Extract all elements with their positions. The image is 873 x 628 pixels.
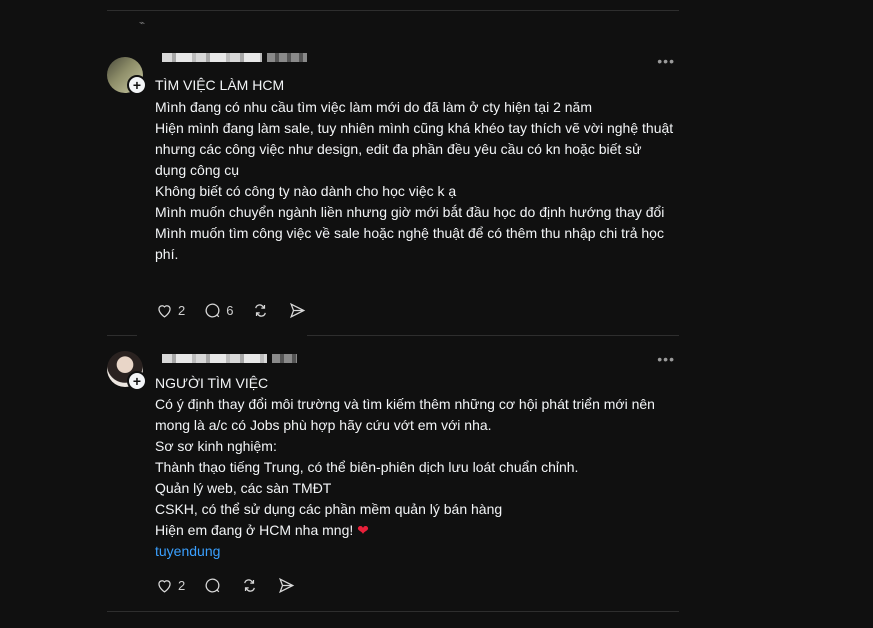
plus-icon[interactable]: + [127, 371, 147, 391]
repost-button[interactable] [240, 576, 259, 595]
post-body: Mình đang có nhu cầu tìm việc làm mới do… [155, 97, 675, 265]
post-line: Không biết có công ty nào dành cho học v… [155, 183, 457, 199]
comment-count: 6 [226, 302, 234, 318]
post-line: Sơ sơ kinh nghiệm: [155, 438, 277, 454]
divider [107, 611, 679, 612]
username-redacted[interactable] [162, 354, 267, 363]
hashtag-line: tuyendung [155, 541, 675, 562]
divider [107, 10, 679, 11]
thread-icon: ⌁ [139, 18, 146, 29]
post-1[interactable]: + ••• TÌM VIỆC LÀM HCM Mình đang có nhu … [107, 45, 679, 330]
post-line: Mình muốn chuyển ngành liền nhưng giờ mớ… [155, 204, 665, 220]
share-button[interactable] [288, 301, 307, 320]
post-body: Có ý định thay đổi môi trường và tìm kiế… [155, 394, 675, 562]
post-line-text: Hiện em đang ở HCM nha mng! [155, 522, 358, 538]
post-line: Quản lý web, các sàn TMĐT [155, 480, 332, 496]
action-bar: 2 6 [155, 300, 325, 320]
post-line: CSKH, có thể sử dụng các phần mềm quản l… [155, 501, 503, 517]
topic-tag[interactable]: TÌM VIỆC LÀM HCM [155, 77, 284, 93]
like-button[interactable]: 2 [155, 301, 185, 320]
thread-stub: ⌁ [139, 18, 339, 36]
like-count: 2 [178, 302, 186, 318]
send-icon [290, 302, 306, 318]
timestamp-redacted [272, 354, 297, 363]
comment-button[interactable]: 6 [203, 301, 233, 320]
heart-emoji-icon: ❤ [357, 522, 369, 538]
post-line: Hiện mình đang làm sale, tuy nhiên mình … [155, 120, 674, 178]
post-line: Thành thạo tiếng Trung, có thể biên-phiê… [155, 459, 579, 475]
action-bar: 2 [155, 575, 314, 595]
send-icon [279, 577, 295, 593]
topic-tag[interactable]: NGƯỜI TÌM VIỆC [155, 375, 268, 391]
like-count: 2 [178, 577, 186, 593]
divider-gap [137, 334, 307, 336]
more-icon[interactable]: ••• [657, 351, 675, 367]
post-line: Mình đang có nhu cầu tìm việc làm mới do… [155, 99, 593, 115]
hashtag-link[interactable]: tuyendung [155, 543, 220, 559]
repost-icon [244, 578, 256, 592]
repost-button[interactable] [251, 301, 270, 320]
post-line: Có ý định thay đổi môi trường và tìm kiế… [155, 396, 655, 433]
post-2[interactable]: + ••• NGƯỜI TÌM VIỆC Có ý định thay đổi … [107, 343, 679, 608]
plus-icon[interactable]: + [127, 75, 147, 95]
feed-column: ⌁ + ••• TÌM VIỆC LÀM HCM Mình đang có nh… [107, 0, 679, 628]
more-icon[interactable]: ••• [657, 53, 675, 69]
like-button[interactable]: 2 [155, 576, 185, 595]
share-button[interactable] [277, 576, 296, 595]
comment-button[interactable] [203, 576, 222, 595]
post-line: Hiện em đang ở HCM nha mng! ❤ [155, 520, 675, 541]
heart-icon [158, 579, 171, 593]
username-redacted[interactable] [162, 53, 262, 62]
timestamp-redacted [267, 53, 307, 62]
repost-icon [255, 303, 267, 317]
comment-icon [205, 578, 220, 592]
heart-icon [158, 304, 171, 318]
post-line: Mình muốn tìm công việc về sale hoặc ngh… [155, 225, 664, 262]
comment-icon [205, 303, 220, 317]
